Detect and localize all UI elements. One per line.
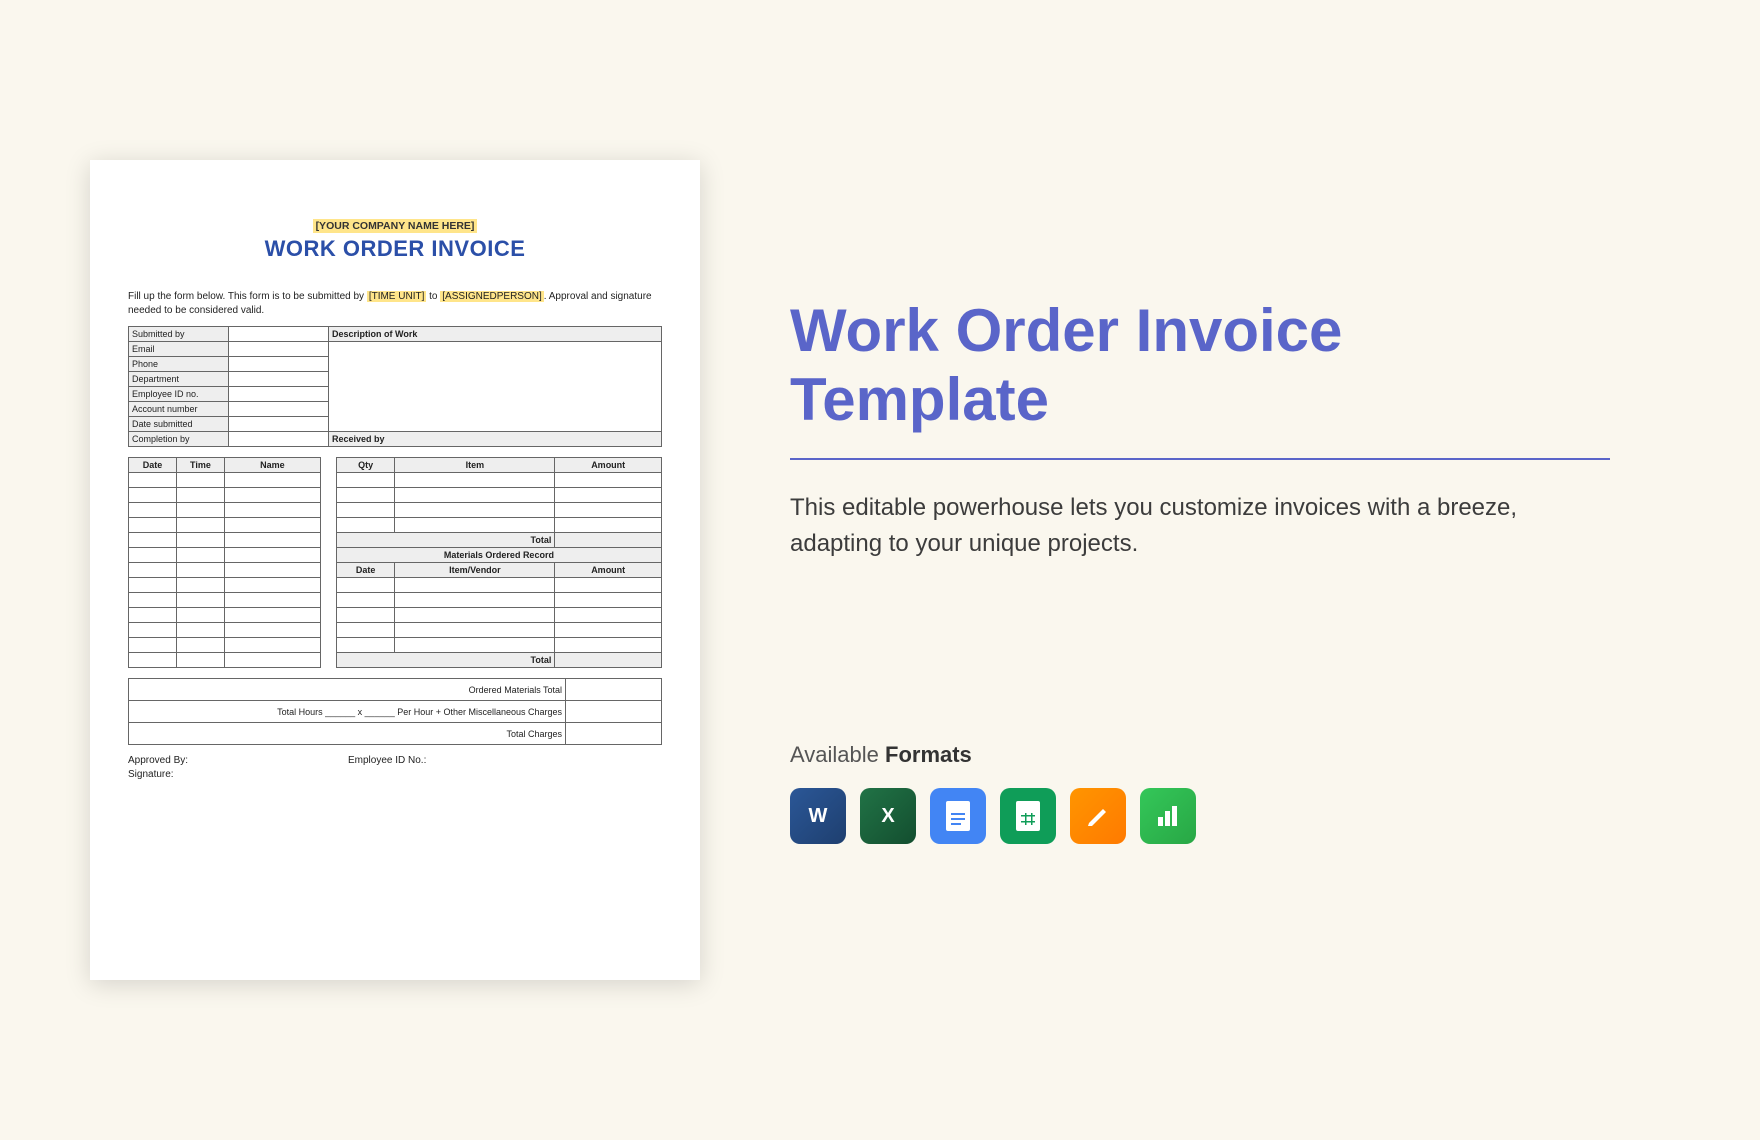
apple-numbers-icon[interactable] bbox=[1140, 788, 1196, 844]
info-table: Submitted byDescription of Work Email Ph… bbox=[128, 326, 662, 447]
signature-block: Approved By:Employee ID No.: Signature: bbox=[128, 755, 662, 780]
description-text: This editable powerhouse lets you custom… bbox=[790, 490, 1610, 562]
google-docs-icon[interactable] bbox=[930, 788, 986, 844]
document-title: WORK ORDER INVOICE bbox=[128, 236, 662, 262]
items-table: Date Time Name Qty Item Amount Total Mat… bbox=[128, 457, 662, 668]
document-preview: [YOUR COMPANY NAME HERE] WORK ORDER INVO… bbox=[90, 160, 700, 980]
company-name-placeholder: [YOUR COMPANY NAME HERE] bbox=[128, 220, 662, 232]
word-icon[interactable] bbox=[790, 788, 846, 844]
page-title: Work Order Invoice Template bbox=[790, 296, 1610, 434]
title-divider bbox=[790, 458, 1610, 460]
formats-label: Available Formats bbox=[790, 742, 1610, 768]
info-panel: Work Order Invoice Template This editabl… bbox=[790, 296, 1670, 844]
instructions-text: Fill up the form below. This form is to … bbox=[128, 290, 662, 318]
apple-pages-icon[interactable] bbox=[1070, 788, 1126, 844]
excel-icon[interactable] bbox=[860, 788, 916, 844]
totals-table: Ordered Materials Total Total Hours ____… bbox=[128, 678, 662, 745]
format-icon-row bbox=[790, 788, 1610, 844]
google-sheets-icon[interactable] bbox=[1000, 788, 1056, 844]
